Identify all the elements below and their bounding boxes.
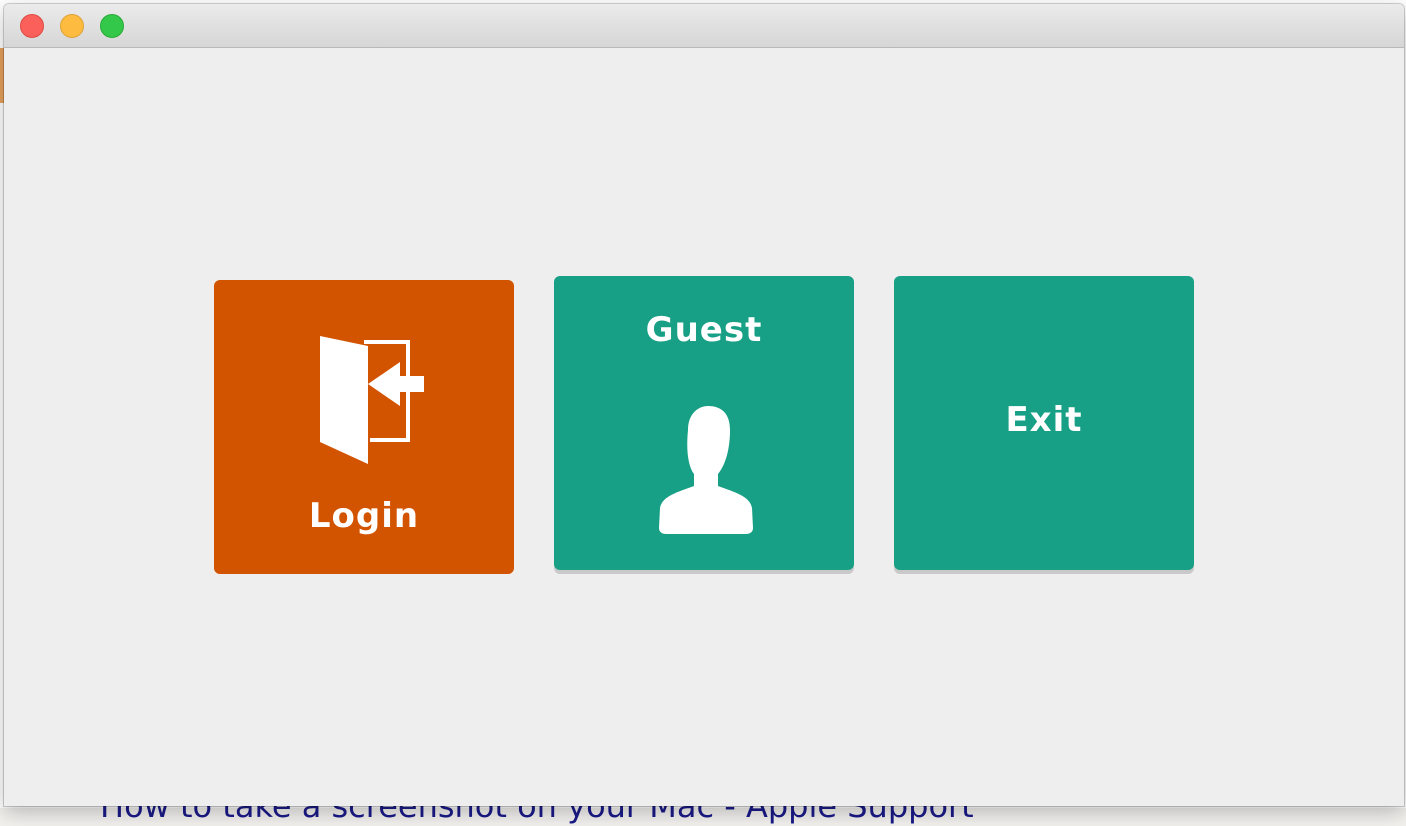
exit-label: Exit — [1005, 400, 1083, 440]
app-window: Login Guest Exit — [4, 4, 1404, 806]
guest-label: Guest — [645, 310, 763, 350]
login-label: Login — [308, 496, 420, 536]
title-bar[interactable] — [4, 4, 1404, 48]
close-window-button[interactable] — [20, 14, 44, 38]
user-silhouette-icon — [659, 406, 753, 534]
exit-button[interactable]: Exit — [894, 276, 1194, 570]
guest-button[interactable]: Guest — [554, 276, 854, 570]
login-button[interactable]: Login — [214, 280, 514, 574]
minimize-window-button[interactable] — [60, 14, 84, 38]
login-door-icon — [320, 336, 424, 464]
maximize-window-button[interactable] — [100, 14, 124, 38]
